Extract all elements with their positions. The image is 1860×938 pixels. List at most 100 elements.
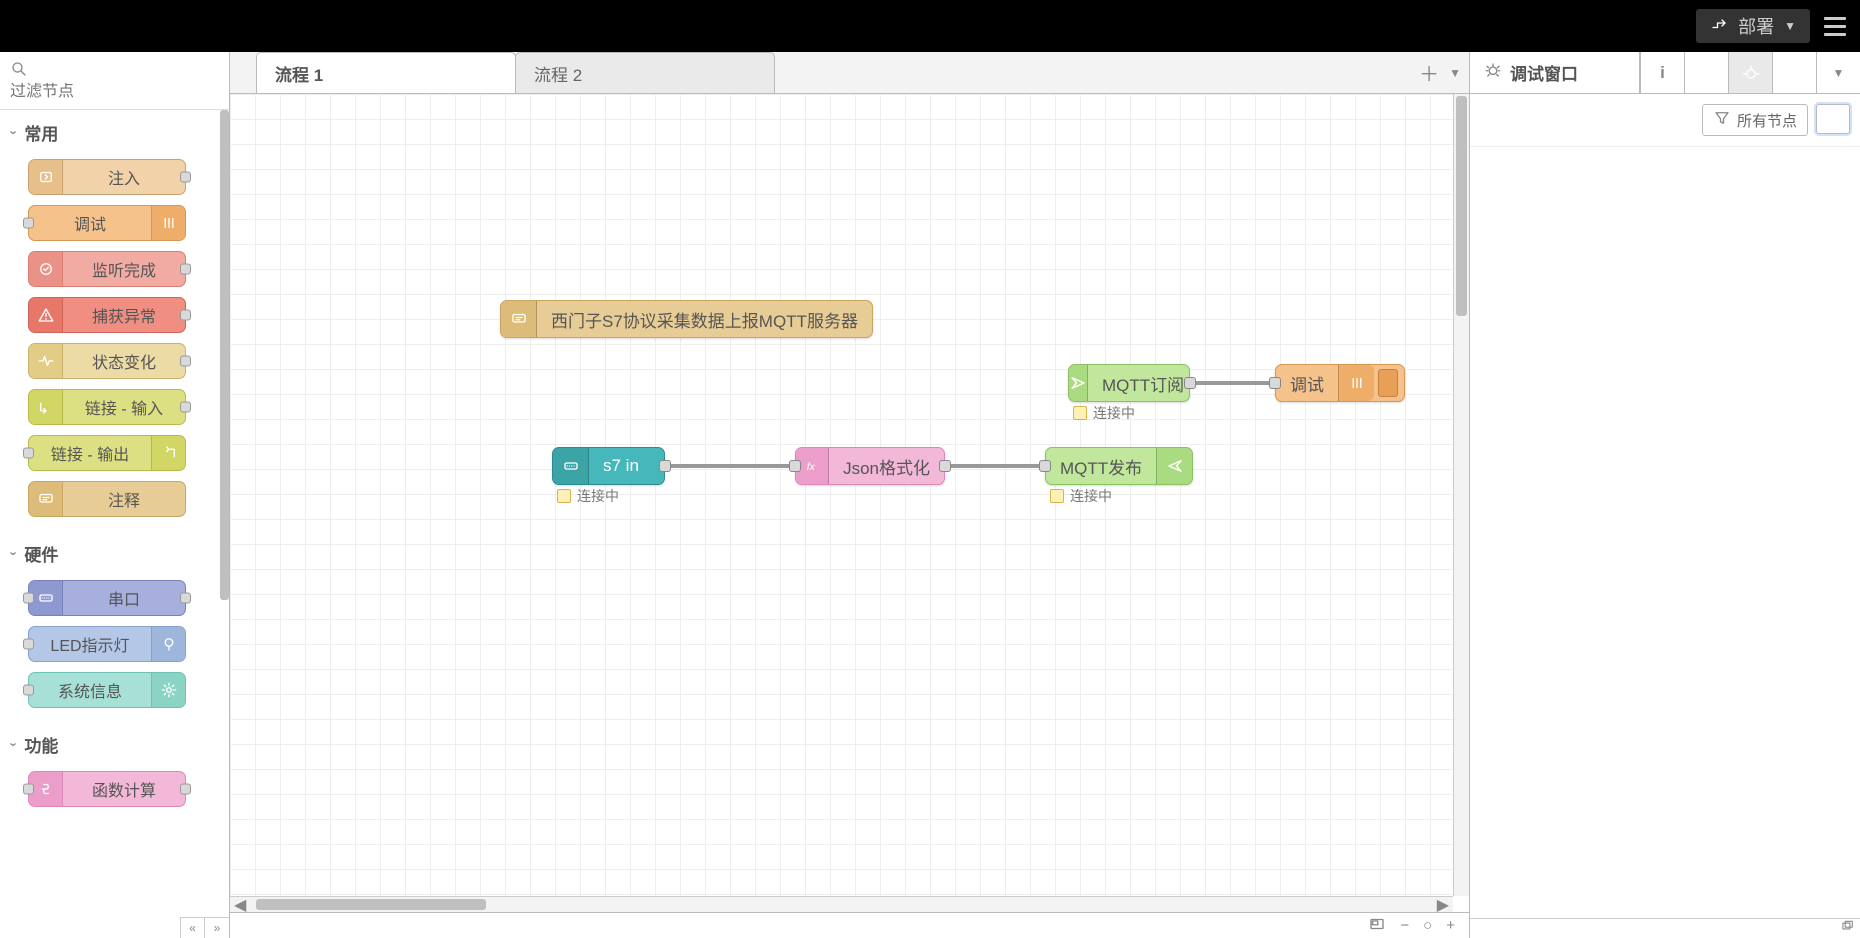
input-port[interactable] [23,593,34,604]
sidebar-config-tab[interactable] [1772,52,1816,93]
palette-node-status[interactable]: 状态变化 [28,343,186,379]
input-port[interactable] [789,460,801,472]
navigator-button[interactable] [1364,915,1390,937]
sidebar-debug-tab[interactable]: 调试窗口 [1470,52,1640,93]
zoom-reset-button[interactable]: ○ [1419,917,1436,934]
input-port[interactable] [23,685,34,696]
scroll-right-icon: ▶ [1437,897,1449,912]
palette-category-function-items: 函数计算 [0,767,219,821]
sidebar-help-tab[interactable] [1684,52,1728,93]
flow-node-debug[interactable]: 调试 [1275,364,1405,402]
node-label: 捕获异常 [63,303,185,327]
output-port[interactable] [180,356,191,367]
category-label: 常用 [24,120,58,145]
catch-icon [29,298,63,332]
deploy-label: 部署 [1738,13,1774,39]
flow-canvas[interactable]: 西门子S7协议采集数据上报MQTT服务器 s7 in 连接中 fx Json格式… [230,94,1453,896]
debug-toggle[interactable] [1378,369,1398,397]
tab-label: 流程 1 [275,61,323,86]
palette-collapse-down[interactable]: » [205,918,229,938]
workspace: 流程 1 流程 2 ＋ ▼ 西门子S7协议采集数据上报MQTT服务器 [230,52,1470,938]
palette-node-debug[interactable]: 调试 [28,205,186,241]
input-port[interactable] [1269,377,1281,389]
palette-node-inject[interactable]: 注入 [28,159,186,195]
flow-node-s7-in[interactable]: s7 in 连接中 [552,447,665,485]
node-label: Json格式化 [829,454,944,479]
palette-node-link-in[interactable]: 链接 - 输入 [28,389,186,425]
output-port[interactable] [180,593,191,604]
palette-node-catch[interactable]: 捕获异常 [28,297,186,333]
palette-node-comment[interactable]: 注释 [28,481,186,517]
chevron-down-icon: › [7,130,22,134]
output-port[interactable] [180,310,191,321]
debug-icon [1338,365,1374,401]
zoom-in-button[interactable]: + [1442,917,1459,934]
flow-node-mqtt-subscribe[interactable]: MQTT订阅 连接中 [1068,364,1190,402]
flow-node-comment[interactable]: 西门子S7协议采集数据上报MQTT服务器 [500,300,873,338]
chevron-down-icon: › [7,742,22,746]
node-status: 连接中 [1050,486,1112,506]
input-port[interactable] [23,639,34,650]
input-port[interactable] [1039,460,1051,472]
input-port[interactable] [23,448,34,459]
inject-icon [29,160,63,194]
node-label: 状态变化 [63,349,185,373]
svg-text:fx: fx [807,461,816,473]
filter-label: 所有节点 [1737,110,1797,131]
flow-menu-button[interactable]: ▼ [1449,66,1461,80]
app-header: 部署 ▼ [0,0,1860,52]
link-out-icon [151,436,185,470]
palette-collapse-up[interactable]: « [181,918,205,938]
tab-label: 流程 2 [534,61,582,86]
output-port[interactable] [180,784,191,795]
output-port[interactable] [180,172,191,183]
input-port[interactable] [23,784,34,795]
sidebar-info-tab[interactable]: i [1640,52,1684,93]
palette-search-row [0,52,229,110]
node-label: 串口 [63,586,185,610]
add-flow-button[interactable]: ＋ [1419,58,1439,87]
palette-category-function[interactable]: › 功能 [0,722,219,767]
popout-icon[interactable] [1840,919,1854,938]
chevron-down-icon: ▼ [1784,19,1796,33]
zoom-out-button[interactable]: − [1396,917,1413,934]
debug-clear-button[interactable] [1816,104,1850,134]
output-port[interactable] [939,460,951,472]
palette-node-function[interactable]: 函数计算 [28,771,186,807]
canvas-horizontal-scrollbar[interactable]: ◀ ▶ [230,896,1453,912]
sidebar-debug-tab-icon[interactable] [1728,52,1772,93]
output-port[interactable] [180,264,191,275]
deploy-button[interactable]: 部署 ▼ [1696,9,1810,43]
flow-tab-2[interactable]: 流程 2 [515,52,775,93]
palette-search-input[interactable] [10,83,219,101]
output-port[interactable] [180,402,191,413]
filter-icon [1713,109,1731,131]
node-label: 链接 - 输入 [63,395,185,419]
input-port[interactable] [23,218,34,229]
led-icon [151,627,185,661]
flow-node-json-format[interactable]: fx Json格式化 [795,447,945,485]
main-menu-button[interactable] [1824,17,1846,36]
palette-category-common[interactable]: › 常用 [0,110,219,155]
palette-node-serial[interactable]: 串口 [28,580,186,616]
node-label: 链接 - 输出 [29,441,151,465]
palette-node-led[interactable]: LED指示灯 [28,626,186,662]
flow-tab-1[interactable]: 流程 1 [256,52,516,93]
canvas-vertical-scrollbar[interactable] [1453,94,1469,896]
link-in-icon [29,390,63,424]
search-icon [10,65,28,82]
output-port[interactable] [659,460,671,472]
palette-node-sysinfo[interactable]: 系统信息 [28,672,186,708]
sidebar-more-button[interactable]: ▼ [1816,52,1860,93]
palette-category-hardware-items: 串口 LED指示灯 系统信息 [0,576,219,722]
palette-category-common-items: 注入 调试 监听完成 捕获异常 [0,155,219,531]
palette-node-complete[interactable]: 监听完成 [28,251,186,287]
palette-node-link-out[interactable]: 链接 - 输出 [28,435,186,471]
node-label: 监听完成 [63,257,185,281]
debug-filter-button[interactable]: 所有节点 [1702,104,1808,136]
output-port[interactable] [1184,377,1196,389]
flow-node-mqtt-publish[interactable]: MQTT发布 连接中 [1045,447,1193,485]
keyboard-icon [553,448,589,484]
palette-category-hardware[interactable]: › 硬件 [0,531,219,576]
comment-icon [501,301,537,337]
